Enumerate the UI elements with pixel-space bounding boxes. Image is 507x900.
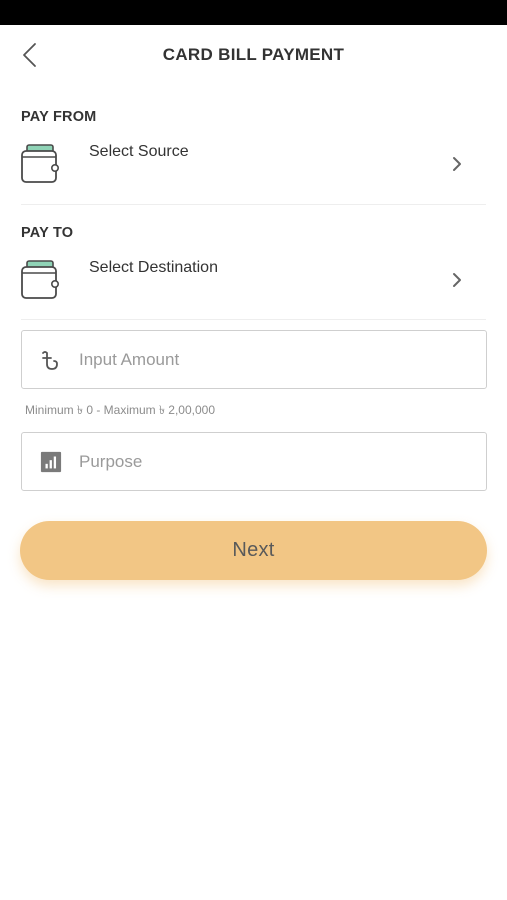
- next-button[interactable]: Next: [20, 521, 487, 580]
- status-bar: [0, 0, 507, 25]
- select-destination-text: Select Destination: [89, 259, 218, 276]
- chevron-right-icon: [453, 157, 461, 171]
- pay-to-label: PAY TO: [21, 225, 74, 241]
- header: CARD BILL PAYMENT: [0, 25, 507, 85]
- purpose-field[interactable]: [21, 432, 487, 491]
- wallet-icon: [21, 144, 59, 183]
- purpose-input[interactable]: [79, 434, 474, 489]
- page-title: CARD BILL PAYMENT: [162, 45, 345, 64]
- pay-from-label: PAY FROM: [21, 109, 97, 125]
- amount-hint: Minimum ৳ 0 - Maximum ৳ 2,00,000: [25, 403, 216, 417]
- divider: [21, 319, 486, 320]
- chevron-right-icon: [453, 273, 461, 287]
- divider: [21, 204, 486, 205]
- chart-icon: [40, 451, 62, 473]
- amount-input[interactable]: [79, 332, 474, 387]
- amount-field[interactable]: [21, 330, 487, 389]
- select-source-text: Select Source: [89, 143, 189, 160]
- wallet-icon: [21, 260, 59, 299]
- select-source-row[interactable]: Select Source: [0, 143, 507, 213]
- taka-icon: [42, 351, 58, 370]
